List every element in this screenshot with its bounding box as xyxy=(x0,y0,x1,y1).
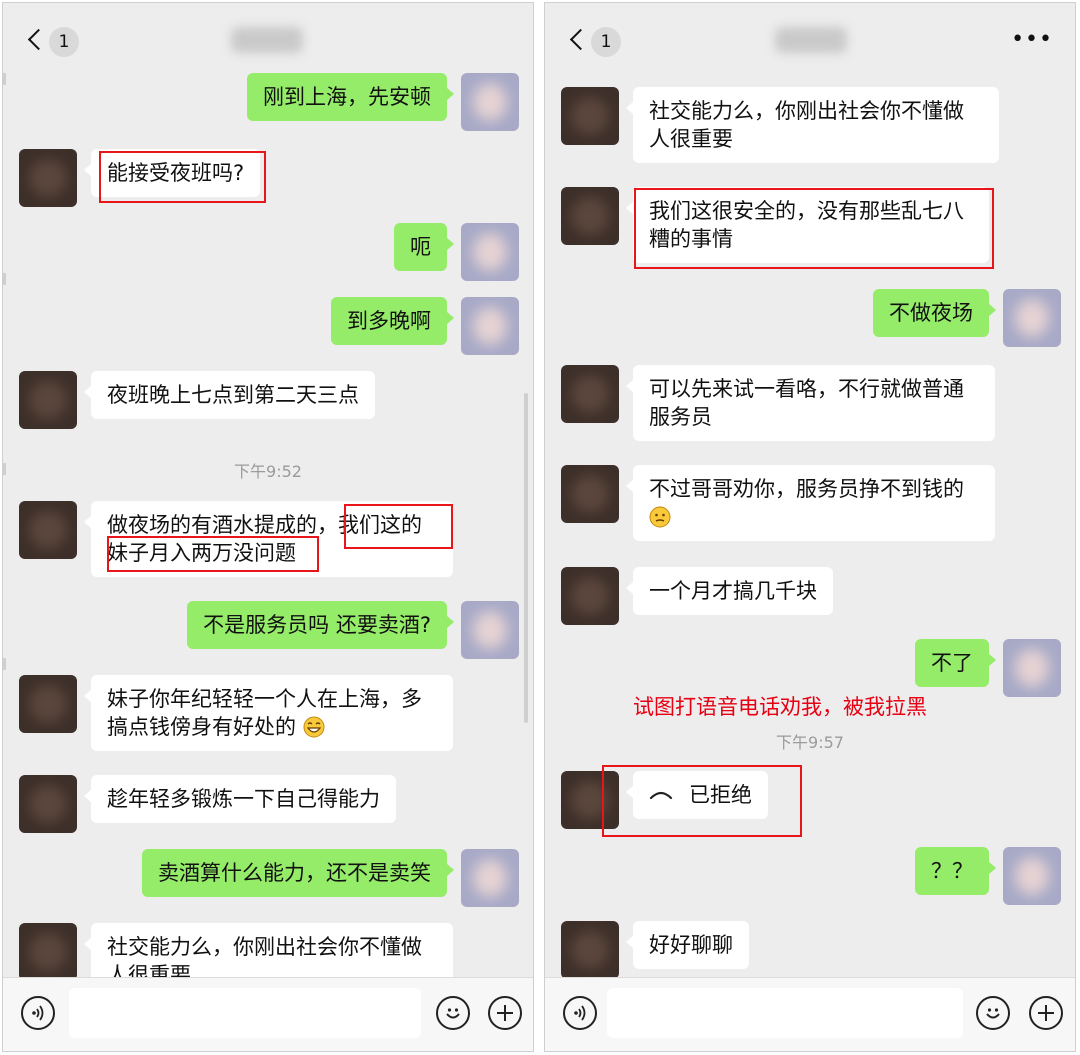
grinning-emoji-icon xyxy=(303,716,325,738)
contact-avatar[interactable] xyxy=(561,365,619,423)
message-outgoing: 刚到上海，先安顿 xyxy=(247,73,519,131)
contact-avatar[interactable] xyxy=(19,775,77,833)
message-bubble[interactable]: 能接受夜班吗? xyxy=(83,149,261,197)
plus-icon[interactable] xyxy=(488,996,522,1030)
my-avatar[interactable] xyxy=(1003,847,1061,905)
awkward-emoji-icon xyxy=(649,506,671,528)
message-bubble[interactable]: 好好聊聊 xyxy=(626,921,749,969)
message-bubble[interactable]: 不过哥哥劝你，服务员挣不到钱的 xyxy=(626,465,995,541)
contact-avatar[interactable] xyxy=(561,921,619,979)
message-input[interactable] xyxy=(69,988,421,1038)
input-bar xyxy=(545,977,1075,1051)
message-incoming: 妹子你年纪轻轻一个人在上海，多搞点钱傍身有好处的 xyxy=(19,675,453,751)
message-incoming: 不过哥哥劝你，服务员挣不到钱的 xyxy=(561,465,995,541)
message-bubble[interactable]: 妹子你年纪轻轻一个人在上海，多搞点钱傍身有好处的 xyxy=(84,675,453,751)
message-incoming: 我们这很安全的，没有那些乱七八糟的事情 xyxy=(561,187,989,263)
chat-screen-left: 1 刚到上海，先安顿 能接受夜班吗? 呃 到多晚啊 夜班晚上七点到第二天三点 下… xyxy=(2,2,534,1052)
more-dots-icon[interactable]: ••• xyxy=(1011,27,1053,52)
message-incoming: 能接受夜班吗? xyxy=(19,149,261,207)
edge-mark xyxy=(3,273,6,285)
message-text: 社交能力么，你刚出社会你不懂做人很重要 xyxy=(649,99,964,151)
message-incoming: 趁年轻多锻炼一下自己得能力 xyxy=(19,775,396,833)
message-incoming: 社交能力么，你刚出社会你不懂做人很重要 xyxy=(561,87,999,163)
message-bubble[interactable]: 不了 xyxy=(915,639,996,687)
timestamp: 下午9:52 xyxy=(234,462,302,481)
contact-avatar[interactable] xyxy=(561,465,619,523)
emoji-icon[interactable] xyxy=(436,996,470,1030)
message-text: 不过哥哥劝你，服务员挣不到钱的 xyxy=(649,477,964,501)
message-bubble[interactable]: 趁年轻多锻炼一下自己得能力 xyxy=(84,775,396,823)
message-bubble[interactable]: 做夜场的有酒水提成的，我们这的妹子月入两万没问题 xyxy=(84,501,453,577)
message-outgoing: ？？ xyxy=(915,847,1061,905)
scrollbar[interactable] xyxy=(524,393,528,723)
chat-header: 1 ••• xyxy=(545,3,1075,77)
message-bubble[interactable]: ？？ xyxy=(915,847,996,895)
plus-icon[interactable] xyxy=(1029,996,1063,1030)
message-bubble[interactable]: 一个月才搞几千块 xyxy=(626,567,833,615)
chevron-left-icon[interactable] xyxy=(569,28,592,51)
edge-mark xyxy=(3,73,6,85)
message-outgoing: 到多晚啊 xyxy=(331,297,519,355)
voice-call-record[interactable]: 已拒绝 xyxy=(626,771,768,819)
message-incoming: 好好聊聊 xyxy=(561,921,749,979)
my-avatar[interactable] xyxy=(1003,639,1061,697)
contact-avatar[interactable] xyxy=(561,567,619,625)
chevron-left-icon[interactable] xyxy=(27,28,50,51)
my-avatar[interactable] xyxy=(461,73,519,131)
message-bubble[interactable]: 卖酒算什么能力，还不是卖笑 xyxy=(142,849,454,897)
message-outgoing: 不做夜场 xyxy=(873,289,1061,347)
my-avatar[interactable] xyxy=(1003,289,1061,347)
unread-count-badge[interactable]: 1 xyxy=(591,27,621,57)
message-bubble[interactable]: 到多晚啊 xyxy=(331,297,454,345)
contact-avatar[interactable] xyxy=(19,149,77,207)
message-incoming: 可以先来试一看咯，不行就做普通服务员 xyxy=(561,365,995,441)
message-incoming: 已拒绝 xyxy=(561,771,768,829)
unread-count-badge[interactable]: 1 xyxy=(49,27,79,57)
message-bubble[interactable]: 可以先来试一看咯，不行就做普通服务员 xyxy=(626,365,995,441)
contact-avatar[interactable] xyxy=(19,501,77,559)
my-avatar[interactable] xyxy=(461,223,519,281)
message-input[interactable] xyxy=(607,988,963,1038)
my-avatar[interactable] xyxy=(461,849,519,907)
message-outgoing: 卖酒算什么能力，还不是卖笑 xyxy=(142,849,519,907)
voice-input-icon[interactable] xyxy=(563,996,597,1030)
my-avatar[interactable] xyxy=(461,601,519,659)
edge-mark xyxy=(3,658,6,670)
message-bubble[interactable]: 刚到上海，先安顿 xyxy=(247,73,454,121)
contact-avatar[interactable] xyxy=(19,675,77,733)
input-bar xyxy=(3,977,533,1051)
my-avatar[interactable] xyxy=(461,297,519,355)
message-outgoing: 呃 xyxy=(394,223,519,281)
emoji-icon[interactable] xyxy=(976,996,1010,1030)
contact-avatar[interactable] xyxy=(561,771,619,829)
contact-avatar[interactable] xyxy=(561,87,619,145)
phone-hangup-icon xyxy=(649,791,673,800)
message-incoming: 做夜场的有酒水提成的，我们这的妹子月入两万没问题 xyxy=(19,501,453,577)
chat-screen-right: 1 ••• 社交能力么，你刚出社会你不懂做人很重要 我们这很安全的，没有那些乱七… xyxy=(544,2,1076,1052)
timestamp: 下午9:57 xyxy=(776,733,844,752)
voice-input-icon[interactable] xyxy=(21,996,55,1030)
contact-name-blurred xyxy=(231,27,303,53)
message-bubble[interactable]: 呃 xyxy=(394,223,454,271)
contact-name-blurred xyxy=(775,27,847,53)
message-text: 妹子你年纪轻轻一个人在上海，多搞点钱傍身有好处的 xyxy=(107,687,422,739)
message-bubble[interactable]: 不做夜场 xyxy=(873,289,996,337)
message-incoming: 一个月才搞几千块 xyxy=(561,567,833,625)
call-status-text: 已拒绝 xyxy=(689,783,752,807)
contact-avatar[interactable] xyxy=(19,923,77,981)
contact-avatar[interactable] xyxy=(561,187,619,245)
message-bubble[interactable]: 不是服务员吗 还要卖酒? xyxy=(187,601,454,649)
message-outgoing: 不了 xyxy=(915,639,1061,697)
message-bubble[interactable]: 夜班晚上七点到第二天三点 xyxy=(84,371,375,419)
message-bubble[interactable]: 社交能力么，你刚出社会你不懂做人很重要 xyxy=(626,87,999,163)
message-bubble[interactable]: 我们这很安全的，没有那些乱七八糟的事情 xyxy=(626,187,989,263)
red-annotation: 试图打语音电话劝我，被我拉黑 xyxy=(633,695,927,719)
contact-avatar[interactable] xyxy=(19,371,77,429)
message-incoming: 夜班晚上七点到第二天三点 xyxy=(19,371,375,429)
chat-header: 1 xyxy=(3,3,533,77)
message-outgoing: 不是服务员吗 还要卖酒? xyxy=(187,601,519,659)
